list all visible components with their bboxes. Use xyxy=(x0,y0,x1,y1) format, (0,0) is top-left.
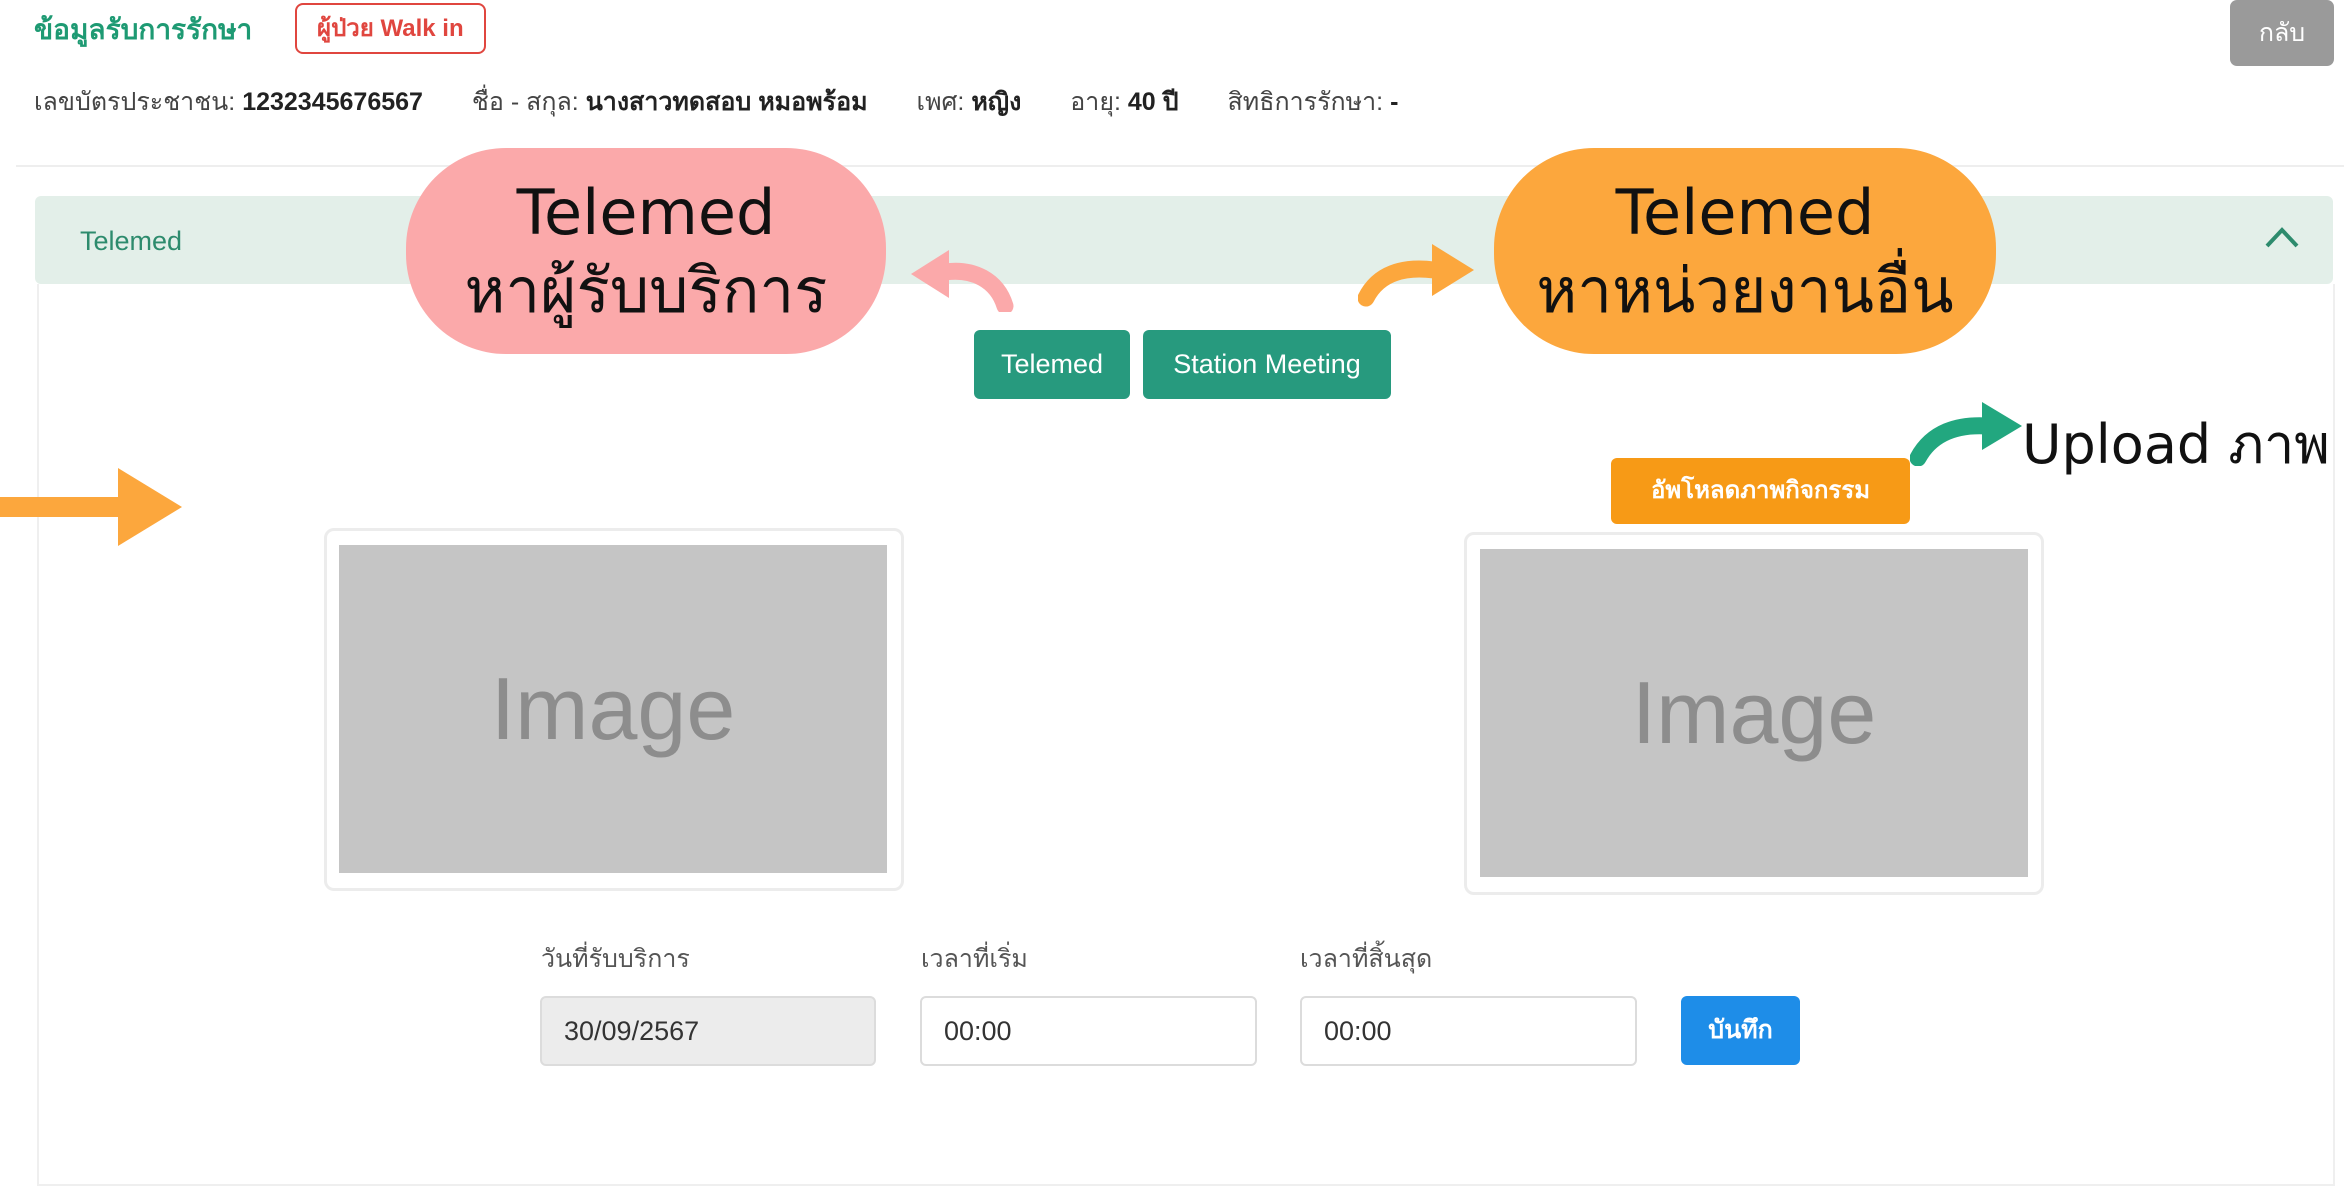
upload-activity-image-button[interactable]: อัพโหลดภาพกิจกรรม xyxy=(1611,458,1910,524)
patient-age: อายุ: 40 ปี xyxy=(1070,88,1179,116)
curved-arrow-upload-icon xyxy=(1910,402,2022,466)
patient-age-value: 40 ปี xyxy=(1127,88,1179,116)
image-placeholder-right: Image xyxy=(1480,549,2028,877)
arrow-right-icon xyxy=(0,468,182,546)
walk-in-badge: ผู้ป่วย Walk in xyxy=(295,3,486,54)
image-placeholder-left: Image xyxy=(339,545,887,873)
patient-sex-value: หญิง xyxy=(971,88,1022,116)
save-button[interactable]: บันทึก xyxy=(1681,996,1800,1065)
end-time-field[interactable]: 00:00 xyxy=(1300,996,1637,1066)
patient-rights-value: - xyxy=(1390,88,1399,116)
patient-id: เลขบัตรประชาชน: 1232345676567 xyxy=(34,88,423,116)
patient-id-value: 1232345676567 xyxy=(242,88,423,116)
patient-rights: สิทธิการรักษา: - xyxy=(1227,88,1399,116)
curved-arrow-right-icon xyxy=(1358,244,1474,307)
back-button[interactable]: กลับ xyxy=(2230,0,2334,66)
service-date-label: วันที่รับบริการ xyxy=(541,945,690,973)
telemed-button[interactable]: Telemed xyxy=(974,330,1130,399)
upload-note: Upload ภาพ xyxy=(2022,413,2330,476)
curved-arrow-left-icon xyxy=(911,250,1014,312)
callout-telemed-patient: Telemed หาผู้รับบริการ xyxy=(406,148,886,354)
patient-info-row: เลขบัตรประชาชน: 1232345676567 ชื่อ - สกุ… xyxy=(34,82,1440,122)
chevron-up-icon[interactable] xyxy=(2262,222,2302,252)
patient-sex: เพศ: หญิง xyxy=(916,88,1022,116)
end-time-label: เวลาที่สิ้นสุด xyxy=(1300,945,1433,973)
page-title: ข้อมูลรับการรักษา xyxy=(34,14,253,45)
patient-name: ชื่อ - สกุล: นางสาวทดสอบ หมอพร้อม xyxy=(471,88,868,116)
start-time-label: เวลาที่เริ่ม xyxy=(921,945,1028,973)
patient-name-value: นางสาวทดสอบ หมอพร้อม xyxy=(585,88,868,116)
start-time-field[interactable]: 00:00 xyxy=(920,996,1257,1066)
station-meeting-button[interactable]: Station Meeting xyxy=(1143,330,1391,399)
accordion-title: Telemed xyxy=(80,226,183,256)
service-date-field[interactable]: 30/09/2567 xyxy=(540,996,876,1066)
callout-telemed-agency: Telemed หาหน่วยงานอื่น xyxy=(1494,148,1996,354)
